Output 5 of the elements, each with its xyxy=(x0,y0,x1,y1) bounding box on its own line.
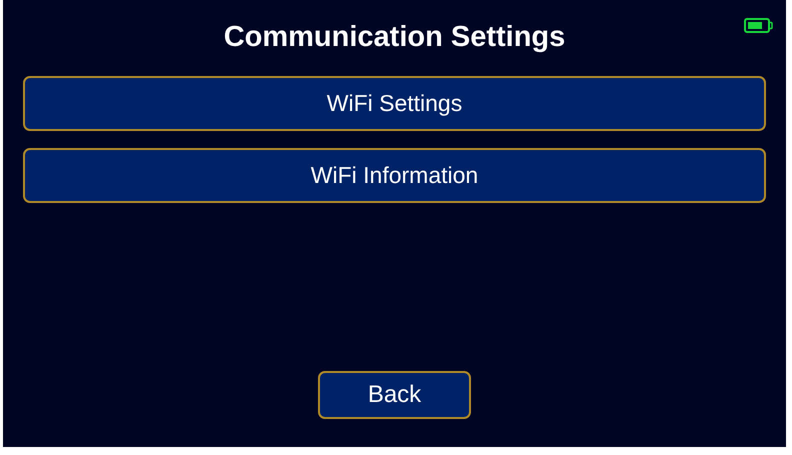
menu-button[interactable]: WiFi Information xyxy=(23,148,766,203)
battery-icon xyxy=(744,18,774,33)
screen-title: Communication Settings xyxy=(224,20,566,55)
back-button[interactable]: Back xyxy=(318,371,471,419)
menu-button[interactable]: WiFi Settings xyxy=(23,76,766,131)
